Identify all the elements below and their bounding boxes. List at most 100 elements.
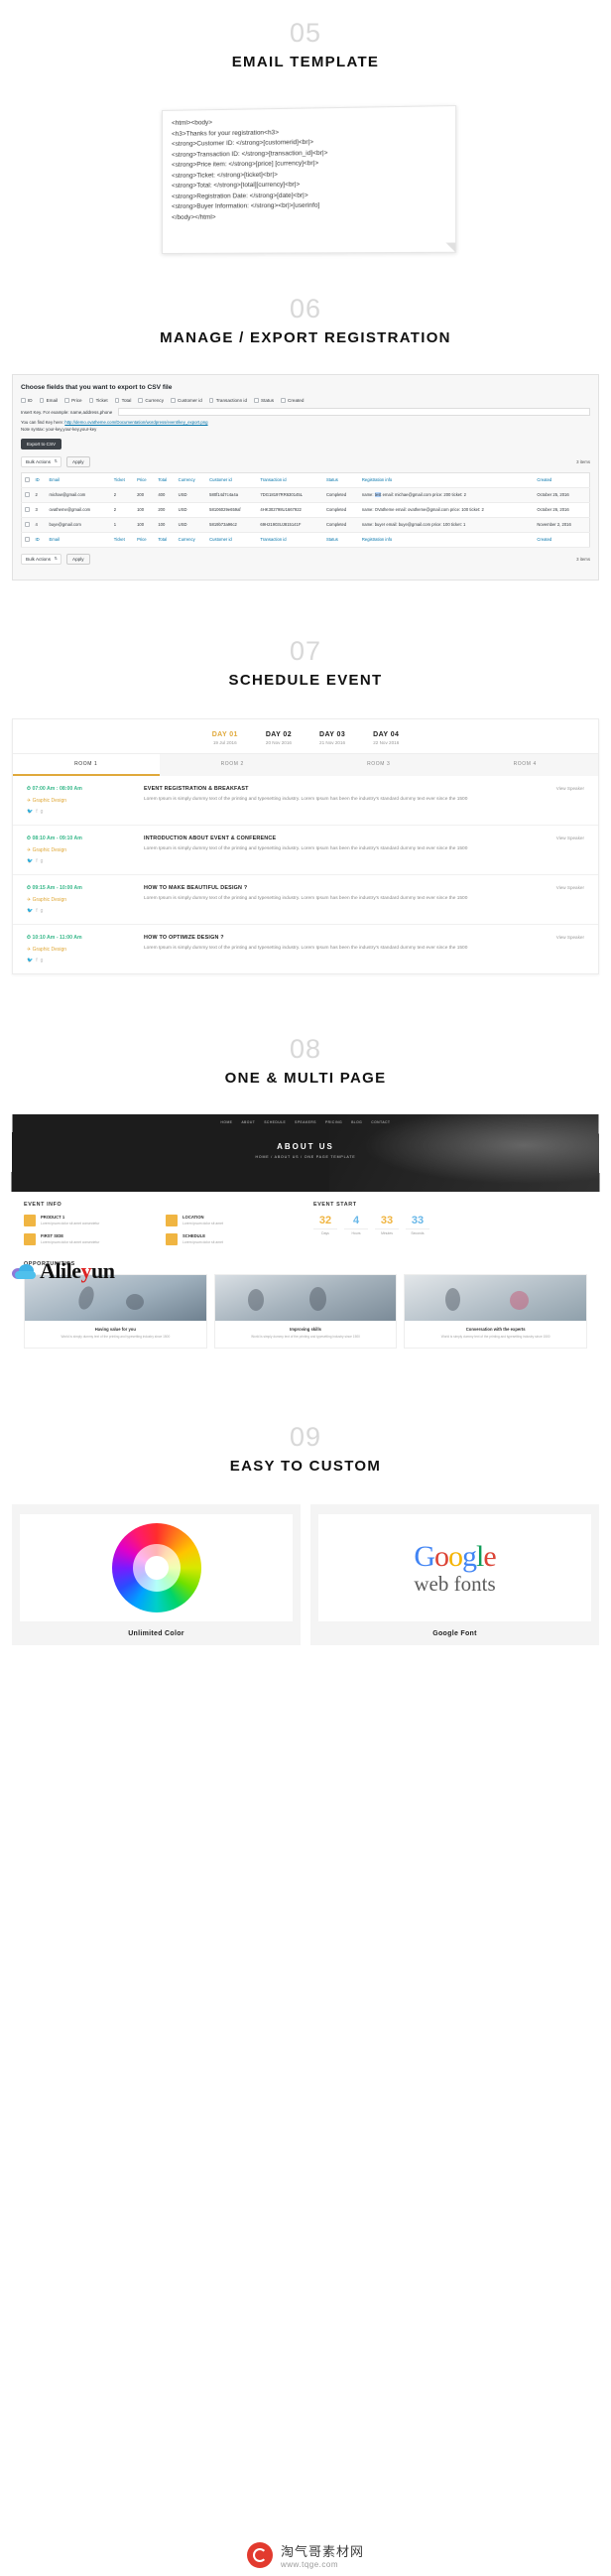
foot-col-ticket[interactable]: Ticket bbox=[110, 532, 135, 549]
bulk-actions-select[interactable]: Bulk Actions bbox=[21, 456, 62, 467]
watermark-text: 淘气哥素材网 www.tqge.com bbox=[281, 2541, 364, 2569]
twitter-icon[interactable]: 🐦 bbox=[27, 908, 36, 914]
foot-col-price[interactable]: Price bbox=[134, 532, 156, 549]
twitter-icon[interactable]: 🐦 bbox=[27, 809, 36, 815]
foot-col-status[interactable]: Status bbox=[322, 532, 359, 549]
google-plus-icon[interactable]: g bbox=[41, 809, 47, 815]
row-checkbox[interactable] bbox=[21, 517, 33, 534]
field-checkbox-row: ID Email Price Ticket Total Currency Cus… bbox=[21, 398, 590, 403]
section-title: EMAIL TEMPLATE bbox=[231, 54, 380, 70]
foot-col-id[interactable]: ID bbox=[32, 532, 47, 549]
apply-button[interactable]: Apply bbox=[66, 456, 90, 467]
col-created[interactable]: Created bbox=[534, 472, 590, 489]
col-transaction-id[interactable]: Transaction id bbox=[257, 472, 323, 489]
room-tab-1[interactable]: ROOM 1 bbox=[13, 754, 160, 777]
code-line: <strong>Transaction ID: </strong>[transa… bbox=[171, 149, 328, 159]
col-price[interactable]: Price bbox=[134, 472, 156, 489]
nav-schedule[interactable]: SCHEDULE bbox=[264, 1121, 286, 1125]
day-tab-3[interactable]: DAY 03 21 Nov 2016 bbox=[319, 731, 345, 745]
view-speaker-link[interactable]: View Speaker bbox=[533, 885, 584, 890]
day-tab-1[interactable]: DAY 01 19 Jul 2016 bbox=[212, 731, 238, 745]
opportunity-card[interactable]: Having value for you World is simply dum… bbox=[24, 1274, 207, 1350]
checkbox-icon bbox=[138, 398, 143, 403]
opportunity-image bbox=[214, 1275, 397, 1322]
foot-col-transaction-id[interactable]: Transaction id bbox=[257, 532, 323, 549]
nav-pricing[interactable]: PRICING bbox=[325, 1121, 342, 1125]
checkbox-total[interactable]: Total bbox=[114, 398, 131, 403]
checkbox-ticket[interactable]: Ticket bbox=[88, 398, 108, 403]
countdown-label: Hours bbox=[344, 1228, 368, 1235]
foot-col-currency[interactable]: Currency bbox=[175, 532, 207, 549]
col-ticket[interactable]: Ticket bbox=[110, 472, 135, 489]
checkbox-currency[interactable]: Currency bbox=[138, 398, 164, 403]
select-all-header[interactable] bbox=[21, 472, 33, 489]
info-title: SCHEDULE bbox=[183, 1233, 206, 1239]
day-tab-2[interactable]: DAY 02 20 Nov 2016 bbox=[266, 731, 292, 745]
col-status[interactable]: Status bbox=[322, 472, 359, 489]
key-input[interactable] bbox=[118, 408, 590, 416]
col-currency[interactable]: Currency bbox=[175, 472, 207, 489]
view-speaker-link[interactable]: View Speaker bbox=[533, 836, 584, 840]
nav-contact[interactable]: CONTACT bbox=[371, 1121, 390, 1125]
col-id[interactable]: ID bbox=[32, 472, 47, 489]
google-plus-icon[interactable]: g bbox=[41, 958, 47, 964]
event-time-text: 09:15 Am - 10:00 Am bbox=[32, 885, 82, 892]
cell-price: 100 bbox=[134, 517, 156, 534]
google-plus-icon[interactable]: g bbox=[41, 908, 47, 914]
foot-col-total[interactable]: Total bbox=[155, 532, 176, 549]
room-tab-3[interactable]: ROOM 3 bbox=[306, 754, 452, 776]
row-checkbox[interactable] bbox=[21, 502, 33, 519]
table-row: 2 michae@gmail.com 2 200 400 USD 580f14d… bbox=[21, 487, 590, 504]
opportunity-card[interactable]: Conversation with the experts World is s… bbox=[404, 1274, 588, 1350]
col-registration-info[interactable]: Registration info bbox=[358, 472, 535, 489]
opportunity-card[interactable]: Improving skills World is simply dummy t… bbox=[213, 1274, 398, 1350]
col-email[interactable]: Email bbox=[46, 472, 111, 489]
view-speaker-link[interactable]: View Speaker bbox=[533, 935, 584, 940]
foot-col-customer-id[interactable]: Customer id bbox=[206, 532, 258, 549]
nav-home[interactable]: HOME bbox=[221, 1121, 233, 1125]
google-plus-icon[interactable]: g bbox=[41, 858, 47, 864]
checkbox-icon bbox=[21, 398, 26, 403]
countdown-label: Minutes bbox=[375, 1228, 399, 1235]
bulk-actions-select-bottom[interactable]: Bulk Actions bbox=[21, 554, 62, 566]
info-text: LOCATION Lorem ipsum dolor sit amet bbox=[183, 1215, 223, 1226]
checkbox-created[interactable]: Created bbox=[281, 398, 304, 403]
figure-shape bbox=[75, 1284, 97, 1312]
twitter-icon[interactable]: 🐦 bbox=[27, 858, 36, 864]
event-category: ✈ Graphic Design bbox=[27, 947, 67, 954]
foot-col-registration-info[interactable]: Registration info bbox=[358, 532, 535, 549]
section-easy-to-custom: 09 EASY TO CUSTOM Unlimited Color Google… bbox=[0, 1360, 611, 1646]
col-total[interactable]: Total bbox=[155, 472, 176, 489]
select-all-footer[interactable] bbox=[21, 532, 33, 549]
nav-about[interactable]: ABOUT bbox=[241, 1121, 255, 1125]
view-speaker-link[interactable]: View Speaker bbox=[533, 786, 584, 791]
day-tab-4[interactable]: DAY 04 22 Nov 2016 bbox=[373, 731, 399, 745]
section-schedule-event: 07 SCHEDULE EVENT DAY 01 19 Jul 2016 DAY… bbox=[0, 580, 611, 975]
room-tab-4[interactable]: ROOM 4 bbox=[452, 754, 599, 776]
checkbox-email[interactable]: Email bbox=[39, 398, 58, 403]
checkbox-transaction-id[interactable]: Transactionn id bbox=[208, 398, 247, 403]
hero-nav: HOME ABOUT SCHEDULE SPEAKERS PRICING BLO… bbox=[12, 1121, 598, 1125]
schedule-widget: DAY 01 19 Jul 2016 DAY 02 20 Nov 2016 DA… bbox=[12, 718, 599, 975]
apply-button-bottom[interactable]: Apply bbox=[66, 554, 90, 566]
nav-speakers[interactable]: SPEAKERS bbox=[295, 1121, 316, 1125]
google-wordmark: Google bbox=[414, 1539, 496, 1573]
foot-col-email[interactable]: Email bbox=[46, 532, 111, 549]
countdown-value: 33 bbox=[380, 1215, 394, 1227]
nav-blog[interactable]: BLOG bbox=[351, 1121, 362, 1125]
countdown-hours: 4 Hours bbox=[344, 1215, 368, 1235]
twitter-icon[interactable]: 🐦 bbox=[27, 958, 36, 964]
room-tab-2[interactable]: ROOM 2 bbox=[160, 754, 306, 776]
opportunity-image bbox=[405, 1275, 587, 1322]
key-hint-link[interactable]: http://demo.ovatheme.com/Documentation/w… bbox=[64, 420, 207, 425]
checkbox-id[interactable]: ID bbox=[21, 398, 33, 403]
opportunity-title: Conversation with the experts bbox=[465, 1327, 526, 1333]
col-customer-id[interactable]: Customer id bbox=[206, 472, 258, 489]
foot-col-created[interactable]: Created bbox=[534, 532, 590, 549]
checkbox-status[interactable]: Status bbox=[254, 398, 274, 403]
export-to-csv-button[interactable]: Export to CSV bbox=[21, 439, 62, 450]
checkbox-price[interactable]: Price bbox=[64, 398, 82, 403]
checkbox-customer-id[interactable]: Customer id bbox=[171, 398, 202, 403]
row-checkbox[interactable] bbox=[21, 487, 33, 504]
schedule-event-row: ⏱ 10:10 Am - 11:00 Am ✈ Graphic Design 🐦… bbox=[13, 925, 598, 973]
